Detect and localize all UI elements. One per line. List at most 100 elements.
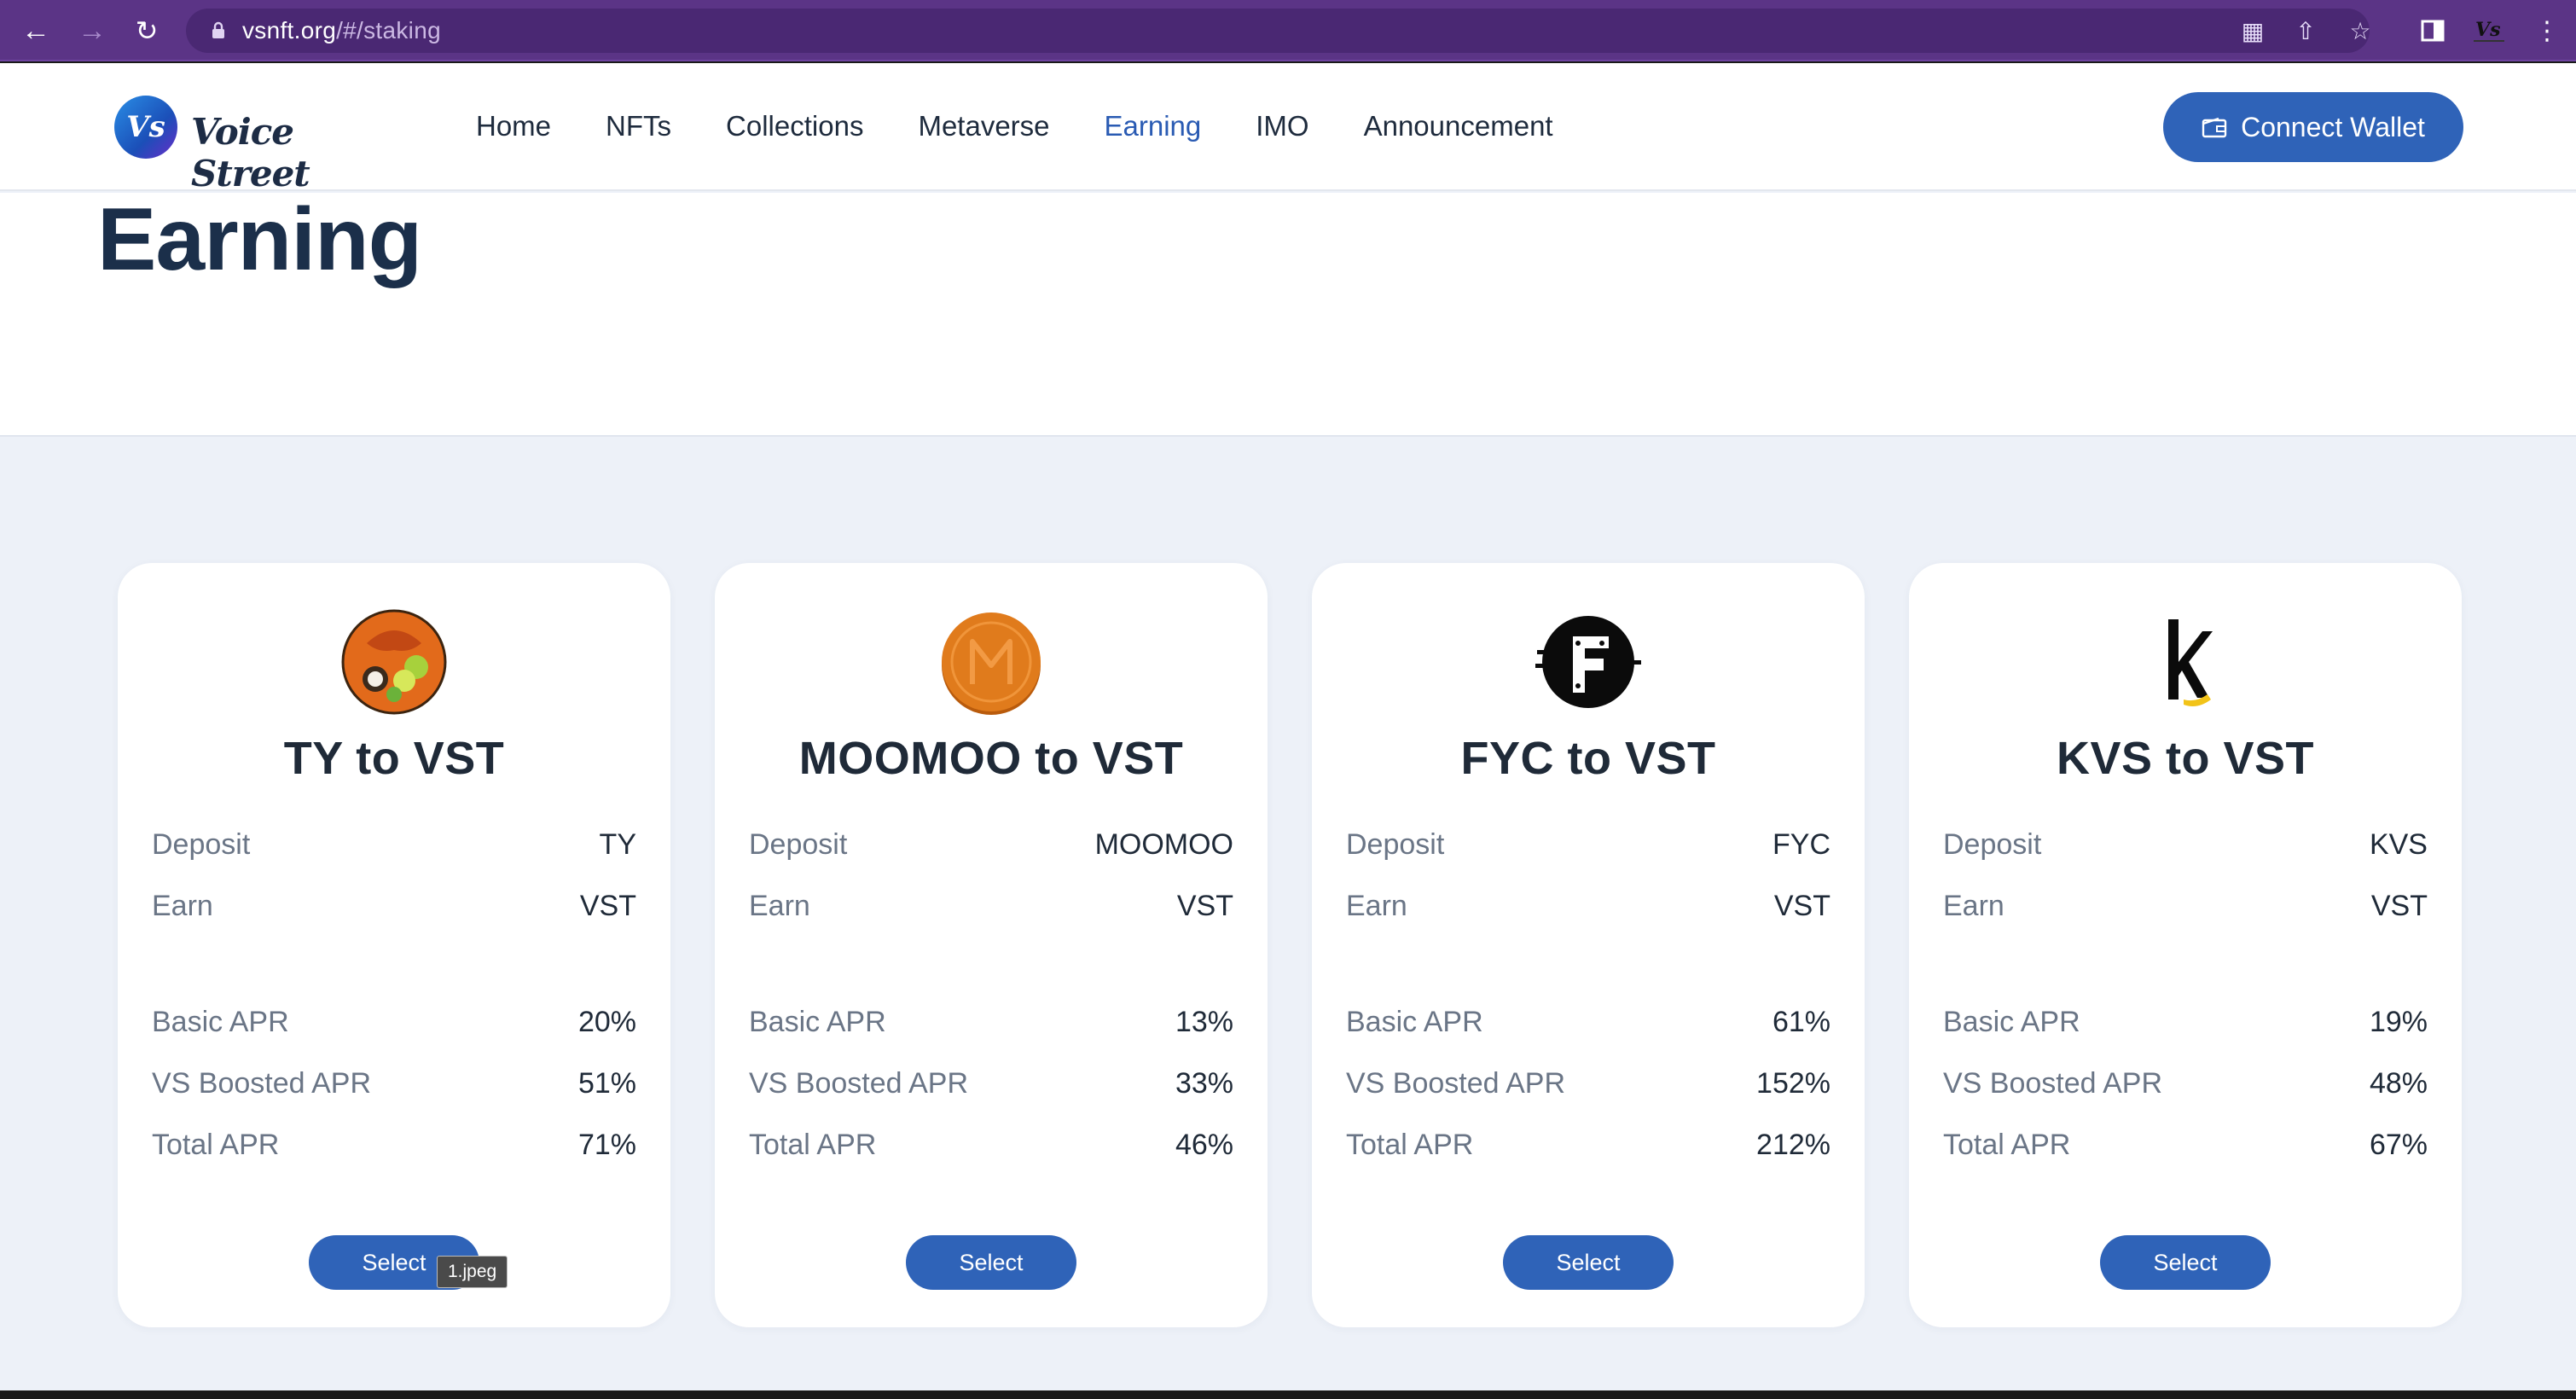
staking-card-kvs: KVS to VST Deposit KVS Earn VST Basic APR 1…	[1909, 563, 2462, 1327]
translate-icon[interactable]: ▦	[2240, 19, 2266, 44]
select-button[interactable]: Select	[1503, 1235, 1674, 1290]
fyc-token-icon	[1535, 616, 1641, 708]
page-title: Earning	[97, 190, 422, 289]
deposit-value: FYC	[1772, 827, 1830, 861]
boosted-apr-row: VS Boosted APR 48%	[1943, 1065, 2428, 1102]
earn-label: Earn	[152, 889, 213, 922]
select-button[interactable]: Select	[2100, 1235, 2271, 1290]
earn-row: Earn VST	[152, 887, 636, 925]
side-panel-icon[interactable]	[2414, 12, 2451, 49]
site-logo[interactable]: Vs Voice Street	[114, 94, 387, 194]
total-apr-value: 67%	[2369, 1128, 2428, 1161]
deposit-row: Deposit KVS	[1943, 826, 2428, 863]
menu-nfts[interactable]: NFTs	[606, 107, 671, 145]
total-apr-label: Total APR	[1943, 1128, 2071, 1161]
total-apr-row: Total APR 67%	[1943, 1126, 2428, 1164]
total-apr-row: Total APR 71%	[152, 1126, 636, 1164]
earn-label: Earn	[1943, 889, 2005, 922]
total-apr-label: Total APR	[749, 1128, 877, 1161]
basic-apr-label: Basic APR	[152, 1005, 289, 1038]
basic-apr-label: Basic APR	[749, 1005, 886, 1038]
browser-toolbar: ← → ↻ vsnft.org/#/staking ▦ ⇧ ☆ Vs ⋮	[0, 0, 2576, 61]
total-apr-label: Total APR	[152, 1128, 280, 1161]
bookmark-star-icon[interactable]: ☆	[2347, 19, 2373, 44]
earn-row: Earn VST	[1346, 887, 1830, 925]
site-header: Vs Voice Street Home NFTs Collections Me…	[0, 63, 2576, 194]
wallet-icon	[2202, 117, 2227, 138]
basic-apr-value: 19%	[2369, 1005, 2428, 1038]
basic-apr-row: Basic APR 19%	[1943, 1003, 2428, 1041]
card-title: MOOMOO to VST	[798, 733, 1184, 784]
boosted-apr-label: VS Boosted APR	[152, 1066, 372, 1100]
boosted-apr-value: 152%	[1756, 1066, 1830, 1100]
menu-home[interactable]: Home	[476, 107, 551, 145]
deposit-row: Deposit FYC	[1346, 826, 1830, 863]
menu-metaverse[interactable]: Metaverse	[918, 107, 1049, 145]
more-menu-icon[interactable]: ⋮	[2528, 12, 2566, 49]
boosted-apr-label: VS Boosted APR	[749, 1066, 969, 1100]
earn-row: Earn VST	[1943, 887, 2428, 925]
earn-value: VST	[1176, 889, 1233, 922]
connect-wallet-label: Connect Wallet	[2241, 111, 2425, 142]
share-icon[interactable]: ⇧	[2293, 19, 2318, 44]
back-icon[interactable]: ←	[17, 12, 55, 49]
earn-value: VST	[579, 889, 636, 922]
image-tooltip: 1.jpeg	[437, 1256, 508, 1288]
menu-announcement[interactable]: Announcement	[1364, 107, 1553, 145]
deposit-row: Deposit TY	[152, 826, 636, 863]
deposit-label: Deposit	[749, 827, 848, 861]
reload-icon[interactable]: ↻	[128, 12, 165, 49]
menu-imo[interactable]: IMO	[1256, 107, 1308, 145]
select-button[interactable]: Select	[906, 1235, 1076, 1290]
moomoo-token-icon	[942, 612, 1041, 715]
logo-text: Voice Street	[191, 111, 310, 194]
svg-text:Vs: Vs	[2475, 19, 2500, 41]
earn-value: VST	[2370, 889, 2428, 922]
boosted-apr-row: VS Boosted APR 152%	[1346, 1065, 1830, 1102]
deposit-row: Deposit MOOMOO	[749, 826, 1233, 863]
connect-wallet-button[interactable]: Connect Wallet	[2163, 92, 2463, 162]
boosted-apr-row: VS Boosted APR 33%	[749, 1065, 1233, 1102]
basic-apr-row: Basic APR 13%	[749, 1003, 1233, 1041]
page: Vs Voice Street Home NFTs Collections Me…	[0, 63, 2576, 1390]
kvs-token-icon	[2168, 619, 2213, 706]
boosted-apr-label: VS Boosted APR	[1943, 1066, 2163, 1100]
basic-apr-label: Basic APR	[1943, 1005, 2080, 1038]
total-apr-value: 71%	[577, 1128, 636, 1161]
earn-label: Earn	[1346, 889, 1407, 922]
staking-card-ty: TY to VST Deposit TY Earn VST Basic APR 20%…	[118, 563, 670, 1327]
address-bar[interactable]: vsnft.org/#/staking ▦ ⇧ ☆	[186, 9, 2373, 53]
ty-token-icon	[341, 609, 447, 715]
card-title: KVS to VST	[2056, 733, 2315, 784]
basic-apr-value: 13%	[1175, 1005, 1233, 1038]
boosted-apr-value: 33%	[1175, 1066, 1233, 1100]
total-apr-label: Total APR	[1346, 1128, 1474, 1161]
card-title: FYC to VST	[1460, 733, 1716, 784]
staking-card-fyc: FYC to VST Deposit FYC Earn VST Basic APR 6…	[1312, 563, 1865, 1327]
earn-row: Earn VST	[749, 887, 1233, 925]
basic-apr-row: Basic APR 20%	[152, 1003, 636, 1041]
basic-apr-row: Basic APR 61%	[1346, 1003, 1830, 1041]
staking-card-moomoo: MOOMOO to VST Deposit MOOMOO Earn VST Basi…	[715, 563, 1268, 1327]
boosted-apr-row: VS Boosted APR 51%	[152, 1065, 636, 1102]
menu-collections[interactable]: Collections	[726, 107, 863, 145]
deposit-value: MOOMOO	[1094, 827, 1233, 861]
main-menu: Home NFTs Collections Metaverse Earning …	[476, 107, 1608, 145]
boosted-apr-value: 51%	[577, 1066, 636, 1100]
total-apr-value: 46%	[1175, 1128, 1233, 1161]
deposit-label: Deposit	[152, 827, 251, 861]
deposit-label: Deposit	[1346, 827, 1445, 861]
lock-icon	[212, 21, 224, 38]
extension-logo-icon[interactable]: Vs	[2470, 12, 2508, 49]
menu-earning[interactable]: Earning	[1105, 107, 1202, 145]
boosted-apr-value: 48%	[2369, 1066, 2428, 1100]
earn-value: VST	[1773, 889, 1830, 922]
boosted-apr-label: VS Boosted APR	[1346, 1066, 1566, 1100]
url-text: vsnft.org/#/staking	[242, 17, 441, 44]
earn-label: Earn	[749, 889, 810, 922]
total-apr-row: Total APR 212%	[1346, 1126, 1830, 1164]
logo-badge-icon: Vs	[114, 96, 177, 159]
deposit-value: KVS	[2369, 827, 2428, 861]
deposit-label: Deposit	[1943, 827, 2042, 861]
forward-icon[interactable]: →	[73, 12, 111, 49]
